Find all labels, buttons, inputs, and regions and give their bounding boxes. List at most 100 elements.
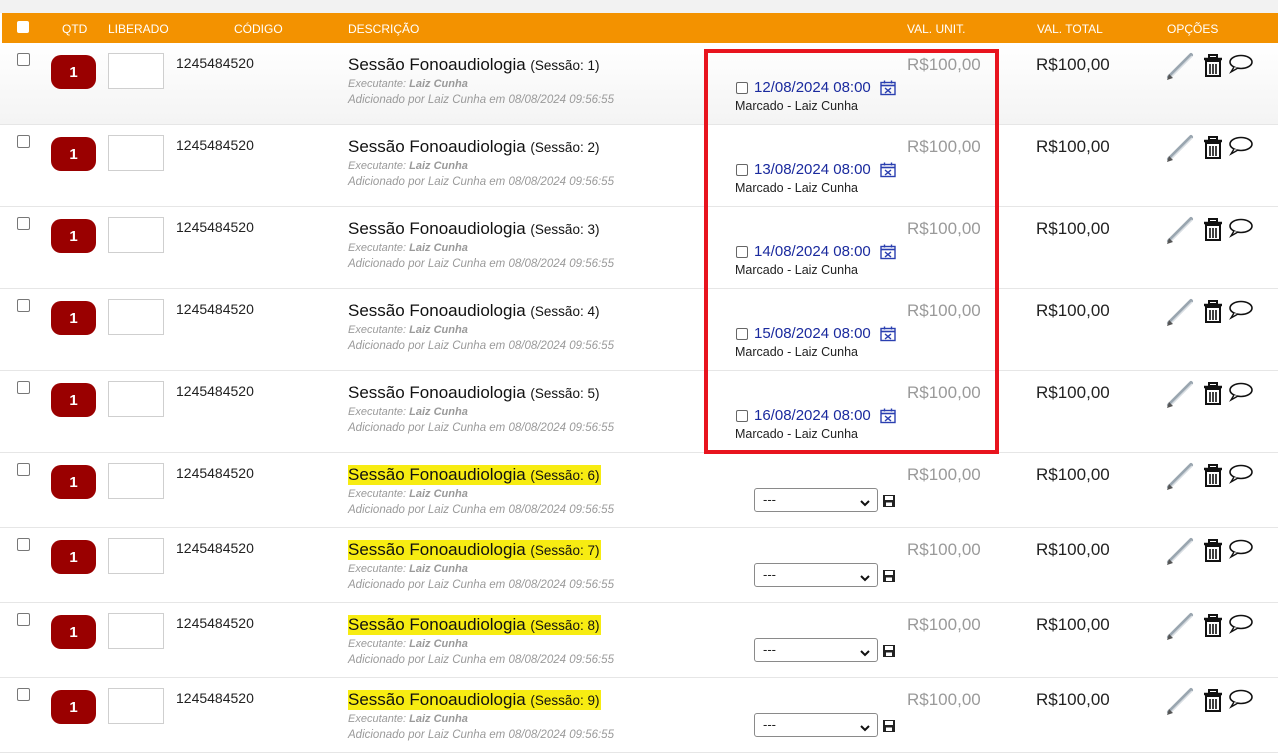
liberado-input[interactable] (108, 217, 164, 253)
comment-icon[interactable] (1228, 614, 1254, 639)
floppy-disk-icon[interactable] (882, 494, 896, 513)
schedule-select[interactable]: --- (754, 563, 878, 587)
liberado-input[interactable] (108, 381, 164, 417)
session-number: (Sessão: 2) (530, 140, 600, 155)
trash-icon[interactable] (1202, 300, 1224, 329)
session-number: (Sessão: 1) (530, 58, 600, 73)
trash-icon[interactable] (1202, 614, 1224, 643)
pencil-icon[interactable] (1165, 215, 1197, 250)
liberado-input[interactable] (108, 53, 164, 89)
executante-label: Executante: (348, 563, 407, 575)
row-checkbox[interactable] (17, 381, 30, 394)
floppy-disk-icon[interactable] (882, 644, 896, 663)
table-row: 1 1245484520 Sessão Fonoaudiologia (Sessão… (0, 603, 1278, 678)
item-code: 1245484520 (176, 615, 254, 631)
executante-line: Executante: Laiz Cunha (348, 713, 468, 725)
row-checkbox[interactable] (17, 688, 30, 701)
trash-icon[interactable] (1202, 136, 1224, 165)
executante-label: Executante: (348, 324, 407, 336)
trash-icon[interactable] (1202, 464, 1224, 493)
row-checkbox[interactable] (17, 463, 30, 476)
pencil-icon[interactable] (1165, 461, 1197, 496)
liberado-input[interactable] (108, 613, 164, 649)
pencil-icon[interactable] (1165, 611, 1197, 646)
table-row: 1 1245484520 Sessão Fonoaudiologia (Sessão… (0, 207, 1278, 289)
added-by-info: Adicionado por Laiz Cunha em 08/08/2024 … (348, 94, 614, 106)
schedule-select[interactable]: --- (754, 713, 878, 737)
item-code: 1245484520 (176, 465, 254, 481)
pencil-icon[interactable] (1165, 686, 1197, 721)
executante-line: Executante: Laiz Cunha (348, 242, 468, 254)
qty-badge[interactable]: 1 (51, 301, 96, 335)
pencil-icon[interactable] (1165, 51, 1197, 86)
qty-badge[interactable]: 1 (51, 690, 96, 724)
row-checkbox[interactable] (17, 299, 30, 312)
executante-name: Laiz Cunha (409, 638, 468, 650)
header-codigo: CÓDIGO (234, 22, 283, 36)
schedule-select[interactable]: --- (754, 488, 878, 512)
executante-name: Laiz Cunha (409, 488, 468, 500)
trash-icon[interactable] (1202, 689, 1224, 718)
liberado-input[interactable] (108, 688, 164, 724)
floppy-disk-icon[interactable] (882, 719, 896, 738)
executante-label: Executante: (348, 160, 407, 172)
executante-label: Executante: (348, 78, 407, 90)
liberado-input[interactable] (108, 299, 164, 335)
comment-icon[interactable] (1228, 382, 1254, 407)
top-strip (0, 0, 1278, 13)
item-title-text: Sessão Fonoaudiologia (348, 615, 526, 634)
qty-badge[interactable]: 1 (51, 465, 96, 499)
row-checkbox[interactable] (17, 538, 30, 551)
liberado-input[interactable] (108, 463, 164, 499)
comment-icon[interactable] (1228, 300, 1254, 325)
item-title: Sessão Fonoaudiologia (Sessão: 2) (348, 137, 599, 157)
qty-badge[interactable]: 1 (51, 615, 96, 649)
item-title: Sessão Fonoaudiologia (Sessão: 9) (348, 690, 602, 710)
row-checkbox[interactable] (17, 613, 30, 626)
added-by-info: Adicionado por Laiz Cunha em 08/08/2024 … (348, 340, 614, 352)
comment-icon[interactable] (1228, 689, 1254, 714)
comment-icon[interactable] (1228, 464, 1254, 489)
comment-icon[interactable] (1228, 218, 1254, 243)
liberado-input[interactable] (108, 538, 164, 574)
comment-icon[interactable] (1228, 539, 1254, 564)
executante-label: Executante: (348, 713, 407, 725)
header-val-total: VAL. TOTAL (1037, 22, 1103, 36)
added-by-info: Adicionado por Laiz Cunha em 08/08/2024 … (348, 258, 614, 270)
item-title: Sessão Fonoaudiologia (Sessão: 7) (348, 540, 602, 560)
pencil-icon[interactable] (1165, 297, 1197, 332)
schedule-select[interactable]: --- (754, 638, 878, 662)
executante-name: Laiz Cunha (409, 406, 468, 418)
unit-value: R$100,00 (907, 690, 981, 709)
qty-badge[interactable]: 1 (51, 383, 96, 417)
qty-badge[interactable]: 1 (51, 137, 96, 171)
pencil-icon[interactable] (1165, 133, 1197, 168)
total-value: R$100,00 (1036, 219, 1110, 238)
executante-line: Executante: Laiz Cunha (348, 563, 468, 575)
row-checkbox[interactable] (17, 53, 30, 66)
qty-badge[interactable]: 1 (51, 55, 96, 89)
trash-icon[interactable] (1202, 54, 1224, 83)
trash-icon[interactable] (1202, 382, 1224, 411)
chevron-down-icon (859, 719, 871, 741)
item-code: 1245484520 (176, 690, 254, 706)
select-all-checkbox[interactable] (17, 21, 29, 33)
row-checkbox[interactable] (17, 217, 30, 230)
header-opcoes: OPÇÕES (1167, 22, 1219, 36)
trash-icon[interactable] (1202, 539, 1224, 568)
floppy-disk-icon[interactable] (882, 569, 896, 588)
trash-icon[interactable] (1202, 218, 1224, 247)
pencil-icon[interactable] (1165, 379, 1197, 414)
qty-badge[interactable]: 1 (51, 540, 96, 574)
executante-name: Laiz Cunha (409, 324, 468, 336)
comment-icon[interactable] (1228, 54, 1254, 79)
header-liberado: LIBERADO (108, 22, 169, 36)
comment-icon[interactable] (1228, 136, 1254, 161)
item-title-text: Sessão Fonoaudiologia (348, 540, 526, 559)
liberado-input[interactable] (108, 135, 164, 171)
row-checkbox[interactable] (17, 135, 30, 148)
pencil-icon[interactable] (1165, 536, 1197, 571)
item-code: 1245484520 (176, 301, 254, 317)
qty-badge[interactable]: 1 (51, 219, 96, 253)
item-title-text: Sessão Fonoaudiologia (348, 383, 526, 402)
